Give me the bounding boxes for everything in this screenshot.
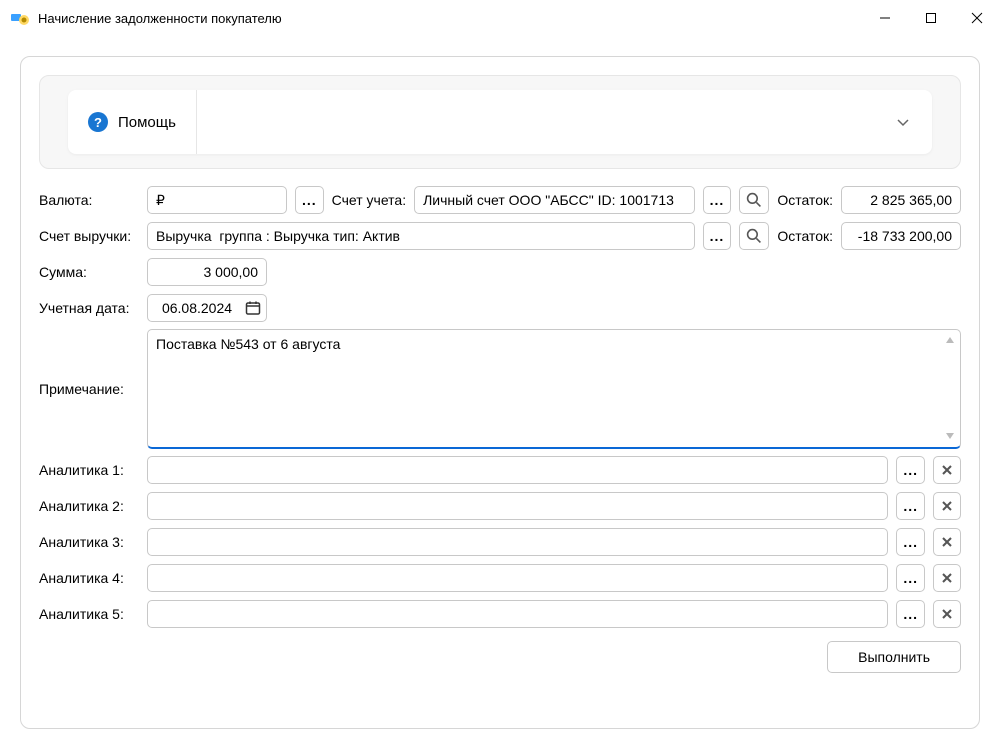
- amount-input[interactable]: [147, 258, 267, 286]
- analytic4-picker-button[interactable]: ...: [896, 564, 925, 592]
- analytic3-label: Аналитика 3:: [39, 534, 139, 550]
- analytic2-input[interactable]: [147, 492, 888, 520]
- analytic2-clear-button[interactable]: [933, 492, 961, 520]
- revenue-account-search-button[interactable]: [739, 222, 769, 250]
- form: Валюта: ... Счет учета: ... Остаток: Сче…: [39, 185, 961, 673]
- close-button[interactable]: [954, 0, 1000, 36]
- analytic1-label: Аналитика 1:: [39, 462, 139, 478]
- note-scroll-up-icon[interactable]: [943, 333, 957, 347]
- window-controls: [862, 0, 1000, 36]
- currency-picker-button[interactable]: ...: [295, 186, 324, 214]
- submit-button[interactable]: Выполнить: [827, 641, 961, 673]
- revenue-account-input[interactable]: [147, 222, 695, 250]
- analytic2-label: Аналитика 2:: [39, 498, 139, 514]
- analytic5-picker-button[interactable]: ...: [896, 600, 925, 628]
- account-balance-value: [841, 186, 961, 214]
- revenue-balance-label: Остаток:: [777, 228, 833, 244]
- note-scroll-down-icon[interactable]: [943, 429, 957, 443]
- maximize-button[interactable]: [908, 0, 954, 36]
- analytic1-clear-button[interactable]: [933, 456, 961, 484]
- analytic5-label: Аналитика 5:: [39, 606, 139, 622]
- account-label: Счет учета:: [332, 192, 406, 208]
- analytic1-picker-button[interactable]: ...: [896, 456, 925, 484]
- analytic1-input[interactable]: [147, 456, 888, 484]
- analytic4-clear-button[interactable]: [933, 564, 961, 592]
- acc-date-label: Учетная дата:: [39, 300, 139, 316]
- account-picker-button[interactable]: ...: [703, 186, 732, 214]
- note-textarea[interactable]: [147, 329, 961, 449]
- revenue-account-picker-button[interactable]: ...: [703, 222, 732, 250]
- minimize-button[interactable]: [862, 0, 908, 36]
- analytic4-input[interactable]: [147, 564, 888, 592]
- account-search-button[interactable]: [739, 186, 769, 214]
- analytic3-picker-button[interactable]: ...: [896, 528, 925, 556]
- analytic5-clear-button[interactable]: [933, 600, 961, 628]
- help-header[interactable]: ? Помощь: [68, 90, 197, 154]
- app-icon: [10, 8, 30, 28]
- help-icon: ?: [88, 112, 108, 132]
- help-panel: ? Помощь: [39, 75, 961, 169]
- analytic5-input[interactable]: [147, 600, 888, 628]
- help-expand-button[interactable]: [874, 115, 932, 129]
- window-title: Начисление задолженности покупателю: [38, 11, 282, 26]
- currency-input[interactable]: [147, 186, 287, 214]
- calendar-icon[interactable]: [245, 300, 261, 316]
- analytic4-label: Аналитика 4:: [39, 570, 139, 586]
- dialog-body: ? Помощь Валюта: ... Счет учета: ... Ост…: [20, 56, 980, 729]
- currency-label: Валюта:: [39, 192, 139, 208]
- title-bar: Начисление задолженности покупателю: [0, 0, 1000, 36]
- revenue-account-label: Счет выручки:: [39, 228, 139, 244]
- analytic2-picker-button[interactable]: ...: [896, 492, 925, 520]
- note-label: Примечание:: [39, 329, 139, 449]
- revenue-balance-value: [841, 222, 961, 250]
- analytic3-clear-button[interactable]: [933, 528, 961, 556]
- account-balance-label: Остаток:: [777, 192, 833, 208]
- account-input[interactable]: [414, 186, 695, 214]
- help-label: Помощь: [118, 114, 176, 131]
- analytic3-input[interactable]: [147, 528, 888, 556]
- amount-label: Сумма:: [39, 264, 139, 280]
